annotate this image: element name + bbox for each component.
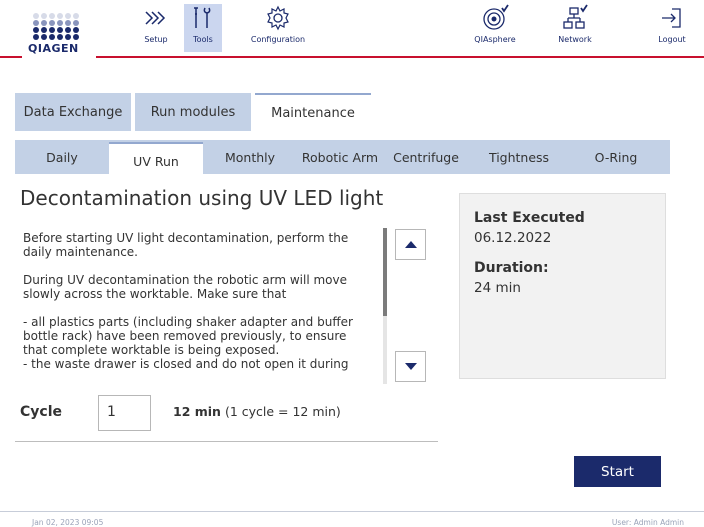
subtab-centrifuge[interactable]: Centrifuge [383, 140, 469, 174]
page-title: Decontamination using UV LED light [20, 186, 384, 210]
top-bar: QIAGEN Setup Tools Configuration QIAsphe… [0, 0, 704, 62]
subtab-daily[interactable]: Daily [15, 140, 109, 174]
gear-icon [267, 5, 289, 31]
tab-run-modules[interactable]: Run modules [135, 93, 251, 131]
logout-label: Logout [658, 35, 686, 44]
network-label: Network [558, 35, 592, 44]
setup-label: Setup [144, 35, 168, 44]
logo-wordmark: QIAGEN [28, 42, 79, 55]
scrollbar-thumb[interactable] [383, 228, 387, 316]
duration-value: 24 min [474, 280, 521, 296]
last-executed-label: Last Executed [474, 210, 585, 226]
logo-dots [27, 10, 83, 40]
footer-divider [0, 511, 704, 512]
divider [15, 441, 438, 442]
footer-datetime: Jan 02, 2023 09:05 [32, 518, 104, 527]
network-icon [563, 4, 588, 29]
scrollbar[interactable] [383, 228, 387, 384]
cycle-note: (1 cycle = 12 min) [224, 404, 341, 419]
footer-user: User: Admin Admin [611, 518, 684, 527]
run-info-panel: Last Executed 06.12.2022 Duration: 24 mi… [459, 193, 666, 379]
last-executed-value: 06.12.2022 [474, 230, 552, 246]
start-button[interactable]: Start [574, 456, 661, 487]
instruction-paragraph: - all plastics parts (including shaker a… [23, 315, 353, 357]
sub-tabs: Daily UV Run Monthly Robotic Arm Centrif… [15, 140, 670, 178]
cycle-input[interactable]: 1 [98, 395, 151, 431]
cycle-duration: 12 min (1 cycle = 12 min) [173, 404, 341, 419]
configuration-label: Configuration [250, 35, 306, 44]
arrow-up-icon [404, 241, 417, 248]
setup-button[interactable]: Setup [131, 4, 181, 52]
configuration-button[interactable]: Configuration [245, 4, 311, 52]
qiasphere-icon [483, 4, 509, 30]
scroll-down-button[interactable] [395, 351, 426, 382]
instructions-text[interactable]: Before starting UV light decontamination… [23, 231, 373, 381]
scroll-up-button[interactable] [395, 229, 426, 260]
qiasphere-label: QIAsphere [474, 35, 516, 44]
network-button[interactable]: Network [553, 4, 597, 52]
tools-label: Tools [193, 35, 213, 44]
brand-line-left [0, 56, 22, 58]
tools-icon [194, 7, 211, 28]
subtab-tightness[interactable]: Tightness [469, 140, 569, 174]
subtab-uv-run[interactable]: UV Run [109, 142, 203, 178]
chevrons-icon [145, 11, 166, 25]
cycle-total-time: 12 min [173, 404, 221, 419]
subtab-o-ring[interactable]: O-Ring [569, 140, 663, 174]
logout-icon [662, 8, 681, 28]
instruction-paragraph: During UV decontamination the robotic ar… [23, 273, 347, 301]
subtab-monthly[interactable]: Monthly [203, 140, 297, 174]
qiagen-logo: QIAGEN [22, 10, 88, 58]
tab-data-exchange[interactable]: Data Exchange [15, 93, 131, 131]
qiasphere-button[interactable]: QIAsphere [470, 4, 520, 52]
subtab-robotic-arm[interactable]: Robotic Arm [297, 140, 383, 174]
tab-maintenance[interactable]: Maintenance [255, 93, 371, 131]
instruction-paragraph: - the waste drawer is closed and do not … [23, 357, 349, 371]
cycle-label: Cycle [20, 404, 62, 420]
tools-button[interactable]: Tools [184, 4, 222, 52]
instruction-paragraph: Before starting UV light decontamination… [23, 231, 349, 259]
brand-line-right [96, 56, 704, 58]
arrow-down-icon [404, 363, 417, 370]
logout-button[interactable]: Logout [652, 4, 692, 52]
duration-label: Duration: [474, 260, 549, 276]
